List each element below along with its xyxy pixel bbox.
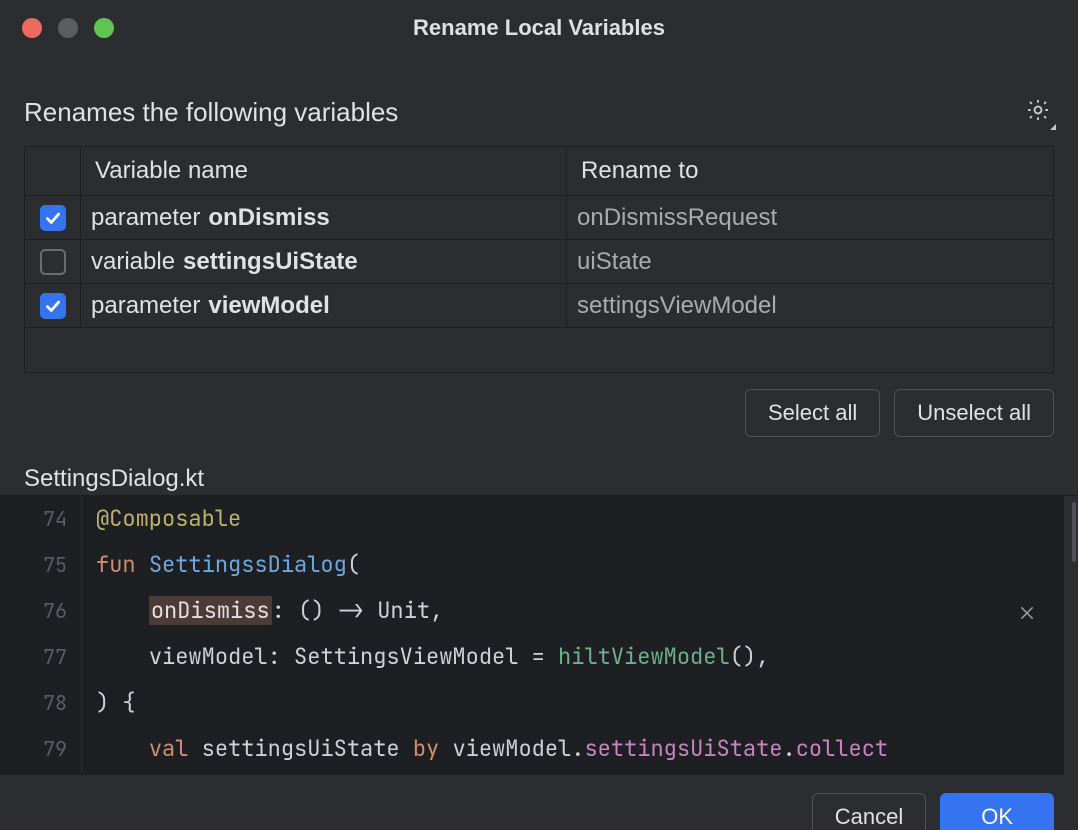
line-number: 77 bbox=[0, 634, 82, 680]
editor-scrollbar[interactable] bbox=[1064, 496, 1078, 775]
row-checkbox[interactable] bbox=[40, 249, 66, 275]
row-checkbox[interactable] bbox=[40, 205, 66, 231]
line-number: 79 bbox=[0, 726, 82, 772]
line-number: 74 bbox=[0, 496, 82, 542]
code-line[interactable]: 78) { bbox=[0, 680, 1078, 726]
variable-name-cell[interactable]: variable settingsUiState bbox=[81, 240, 567, 283]
rename-to-cell[interactable] bbox=[567, 240, 1053, 283]
variable-name: onDismiss bbox=[208, 204, 329, 232]
code-line[interactable]: 77 viewModel: SettingsViewModel = hiltVi… bbox=[0, 634, 1078, 680]
code-line[interactable]: 79 val settingsUiState by viewModel.sett… bbox=[0, 726, 1078, 772]
preview-close-button[interactable] bbox=[1018, 592, 1036, 638]
row-checkbox-cell bbox=[25, 284, 81, 327]
line-number: 76 bbox=[0, 588, 82, 634]
code-text[interactable]: fun SettingssDialog( bbox=[82, 542, 1078, 588]
window-close-button[interactable] bbox=[22, 18, 42, 38]
variable-name-cell[interactable]: parameter onDismiss bbox=[81, 196, 567, 239]
window-title: Rename Local Variables bbox=[413, 15, 665, 41]
preview-filename: SettingsDialog.kt bbox=[24, 465, 1054, 493]
line-number: 78 bbox=[0, 680, 82, 726]
select-all-button[interactable]: Select all bbox=[745, 389, 880, 437]
variable-kind: variable bbox=[91, 248, 175, 276]
cancel-button[interactable]: Cancel bbox=[812, 793, 926, 830]
rename-table: Variable name Rename to parameter onDismi… bbox=[24, 146, 1054, 373]
code-text[interactable]: ) { bbox=[82, 680, 1078, 726]
traffic-lights bbox=[22, 18, 114, 38]
variable-name: settingsUiState bbox=[183, 248, 358, 276]
rename-input[interactable] bbox=[577, 248, 1043, 276]
table-header: Variable name Rename to bbox=[25, 147, 1053, 196]
variable-kind: parameter bbox=[91, 204, 200, 232]
gear-icon bbox=[1025, 97, 1051, 128]
table-row[interactable]: variable settingsUiState bbox=[25, 240, 1053, 284]
table-spacer-row bbox=[25, 328, 1053, 372]
header-variable-name[interactable]: Variable name bbox=[81, 147, 567, 196]
code-preview[interactable]: 74@Composable75fun SettingssDialog(76 on… bbox=[0, 495, 1078, 775]
resize-corner-icon bbox=[1050, 124, 1056, 130]
row-checkbox-cell bbox=[25, 196, 81, 239]
code-line[interactable]: 76 onDismiss: () -> Unit, bbox=[0, 588, 1078, 634]
code-text[interactable]: @Composable bbox=[82, 496, 1078, 542]
dialog-subtitle: Renames the following variables bbox=[24, 97, 398, 128]
code-text[interactable]: onDismiss: () -> Unit, bbox=[82, 588, 1078, 634]
window-minimize-button[interactable] bbox=[58, 18, 78, 38]
code-line[interactable]: 74@Composable bbox=[0, 496, 1078, 542]
rename-input[interactable] bbox=[577, 204, 1043, 232]
code-line[interactable]: 75fun SettingssDialog( bbox=[0, 542, 1078, 588]
table-row[interactable]: parameter onDismiss bbox=[25, 196, 1053, 240]
variable-name-cell[interactable]: parameter viewModel bbox=[81, 284, 567, 327]
table-row[interactable]: parameter viewModel bbox=[25, 284, 1053, 328]
ok-button[interactable]: OK bbox=[940, 793, 1054, 830]
variable-name: viewModel bbox=[208, 292, 329, 320]
close-icon bbox=[1018, 602, 1036, 628]
window-maximize-button[interactable] bbox=[94, 18, 114, 38]
rename-to-cell[interactable] bbox=[567, 284, 1053, 327]
row-checkbox[interactable] bbox=[40, 293, 66, 319]
unselect-all-button[interactable]: Unselect all bbox=[894, 389, 1054, 437]
scrollbar-thumb[interactable] bbox=[1072, 502, 1076, 562]
variable-kind: parameter bbox=[91, 292, 200, 320]
rename-input[interactable] bbox=[577, 292, 1043, 320]
settings-gear-button[interactable] bbox=[1022, 96, 1054, 128]
code-text[interactable]: val settingsUiState by viewModel.setting… bbox=[82, 726, 1078, 772]
line-number: 75 bbox=[0, 542, 82, 588]
code-text[interactable]: viewModel: SettingsViewModel = hiltViewM… bbox=[82, 634, 1078, 680]
header-rename-to[interactable]: Rename to bbox=[567, 147, 1053, 196]
rename-to-cell[interactable] bbox=[567, 196, 1053, 239]
row-checkbox-cell bbox=[25, 240, 81, 283]
titlebar: Rename Local Variables bbox=[0, 0, 1078, 56]
header-checkbox-col bbox=[25, 147, 81, 196]
